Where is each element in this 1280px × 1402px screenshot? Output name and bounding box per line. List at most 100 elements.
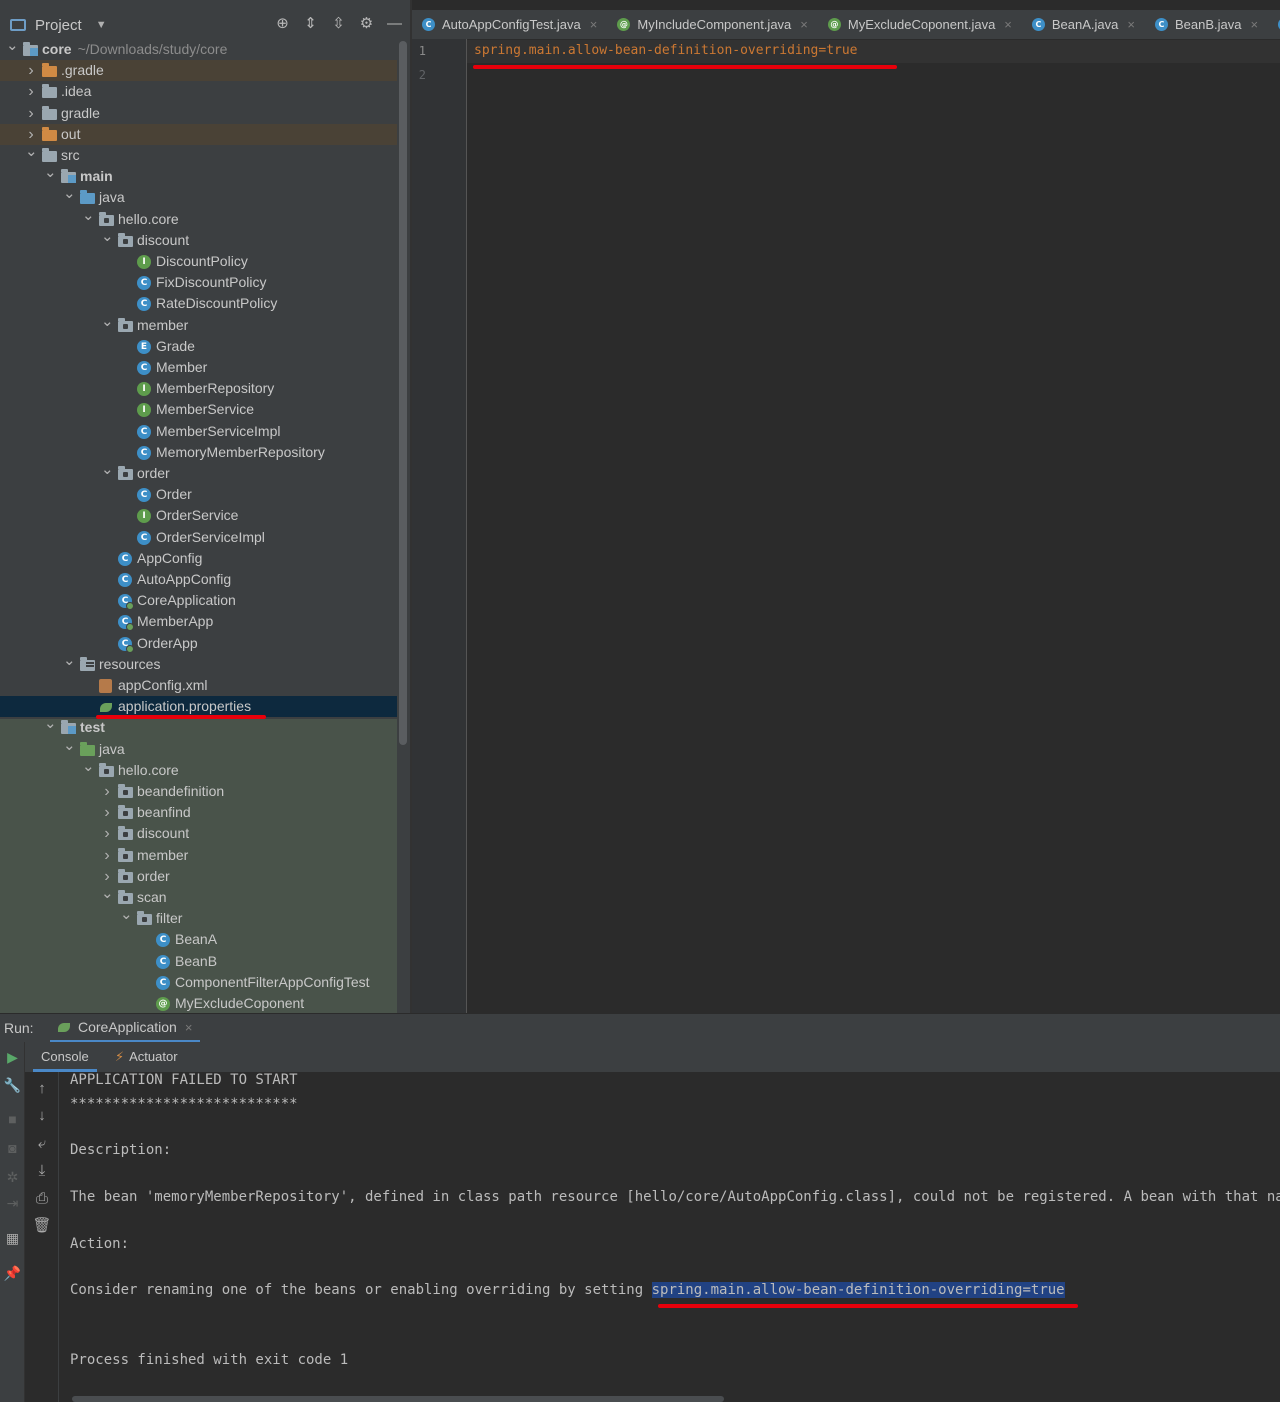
selected-text[interactable]: spring.main.allow-bean-definition-overri… — [651, 1282, 1065, 1298]
tree-item-resources[interactable]: ⌄ resources — [0, 652, 397, 675]
hide-panel-icon[interactable]: — — [385, 14, 404, 33]
gear-icon[interactable]: ⚙ — [357, 14, 376, 33]
tree-item-ratediscountpolicy[interactable]: C RateDiscountPolicy — [0, 293, 397, 314]
code-editor[interactable]: spring.main.allow-bean-definition-overri… — [467, 39, 1280, 1013]
scroll-to-end-icon[interactable]: ⤓ — [25, 1160, 59, 1182]
chevron-down-icon[interactable]: ⌄ — [44, 162, 57, 183]
project-view-selector[interactable]: Project — [35, 17, 82, 34]
tree-item-java[interactable]: ⌄ java — [0, 737, 397, 760]
editor-tab[interactable]: @ MyIncludeComponent.java × — [607, 10, 818, 39]
tree-item-componentfilterappconfigtest[interactable]: C ComponentFilterAppConfigTest — [0, 972, 397, 993]
tree-item-out[interactable]: › out — [0, 123, 397, 145]
tree-item-hello-core[interactable]: ⌄ hello.core — [0, 207, 397, 230]
chevron-right-icon[interactable]: › — [25, 81, 37, 102]
tree-item-discount[interactable]: › discount — [0, 823, 397, 844]
tree-item-order[interactable]: C Order — [0, 484, 397, 505]
console-output[interactable]: APPLICATION FAILED TO START ************… — [59, 1072, 1280, 1402]
wrench-icon[interactable]: 🔧 — [0, 1074, 25, 1096]
tree-item-memberrepository[interactable]: I MemberRepository — [0, 378, 397, 399]
tree-item-discountpolicy[interactable]: I DiscountPolicy — [0, 251, 397, 272]
tree-item-orderservice[interactable]: I OrderService — [0, 505, 397, 526]
settings-icon[interactable]: ✲ — [0, 1166, 25, 1188]
tree-item-beanb[interactable]: C BeanB — [0, 951, 397, 972]
stop-icon[interactable]: ■ — [0, 1108, 25, 1130]
tab-console[interactable]: Console — [33, 1042, 97, 1072]
tree-item-fixdiscountpolicy[interactable]: C FixDiscountPolicy — [0, 272, 397, 293]
tree-item-appconfig[interactable]: C AppConfig — [0, 548, 397, 569]
editor-tab[interactable]: @ MyExcludeCoponent.java × — [818, 10, 1022, 39]
tree-item-src[interactable]: ⌄ src — [0, 143, 397, 166]
tree-item-gradle[interactable]: › .gradle — [0, 60, 397, 82]
chevron-down-icon[interactable]: ⌄ — [101, 311, 114, 332]
close-icon[interactable]: × — [1004, 10, 1012, 39]
editor-tab[interactable]: C BeanB.java × — [1145, 10, 1268, 39]
chevron-down-icon[interactable]: ⌄ — [63, 650, 76, 671]
tree-item-beana[interactable]: C BeanA — [0, 929, 397, 950]
tree-item-memberserviceimpl[interactable]: C MemberServiceImpl — [0, 421, 397, 442]
chevron-down-icon[interactable]: ⌄ — [63, 183, 76, 204]
layout-icon[interactable]: ▦ — [0, 1227, 25, 1249]
editor-tab[interactable]: C BeanA.java × — [1022, 10, 1145, 39]
chevron-down-icon[interactable]: ⌄ — [101, 883, 114, 904]
close-icon[interactable]: × — [1127, 10, 1135, 39]
close-icon[interactable]: × — [800, 10, 808, 39]
tree-item-java[interactable]: ⌄ java — [0, 185, 397, 208]
chevron-down-icon[interactable]: ⌄ — [101, 226, 114, 247]
tree-item-hello-core[interactable]: ⌄ hello.core — [0, 758, 397, 781]
tree-item-core[interactable]: ⌄ core ~/Downloads/study/core — [0, 37, 397, 60]
expand-all-icon[interactable]: ⇕ — [301, 14, 320, 33]
tree-item-appconfig-xml[interactable]: appConfig.xml — [0, 675, 397, 696]
chevron-down-icon[interactable]: ⌄ — [120, 904, 133, 925]
chevron-right-icon[interactable]: › — [25, 103, 37, 124]
chevron-down-icon[interactable]: ⌄ — [82, 756, 95, 777]
tree-item-order[interactable]: ⌄ order — [0, 461, 397, 484]
soft-wrap-icon[interactable]: ⤶ — [25, 1133, 59, 1155]
chevron-down-icon[interactable]: ▼ — [96, 19, 107, 31]
close-icon[interactable]: × — [590, 10, 598, 39]
close-icon[interactable]: × — [1250, 10, 1258, 39]
trash-icon[interactable]: 🗑 — [25, 1215, 59, 1237]
rerun-icon[interactable]: ▶ — [0, 1046, 25, 1068]
tree-item-gradle[interactable]: › gradle — [0, 103, 397, 124]
tree-item-member[interactable]: C Member — [0, 357, 397, 378]
chevron-right-icon[interactable]: › — [101, 823, 113, 844]
chevron-down-icon[interactable]: ⌄ — [63, 735, 76, 756]
tree-item-memberapp[interactable]: C MemberApp — [0, 611, 397, 632]
run-config-tab[interactable]: CoreApplication × — [50, 1014, 201, 1043]
tree-item-scan[interactable]: ⌄ scan — [0, 885, 397, 908]
chevron-down-icon[interactable]: ⌄ — [82, 205, 95, 226]
tree-item-grade[interactable]: E Grade — [0, 336, 397, 357]
chevron-down-icon[interactable]: ⌄ — [101, 459, 114, 480]
chevron-right-icon[interactable]: › — [101, 781, 113, 802]
chevron-right-icon[interactable]: › — [25, 60, 37, 81]
tree-item-myexcludecoponent[interactable]: @ MyExcludeCoponent — [0, 993, 397, 1013]
chevron-down-icon[interactable]: ⌄ — [44, 713, 57, 734]
tree-item-beanfind[interactable]: › beanfind — [0, 802, 397, 823]
tree-item-idea[interactable]: › .idea — [0, 81, 397, 102]
tree-item-memorymemberrepository[interactable]: C MemoryMemberRepository — [0, 442, 397, 463]
close-icon[interactable]: × — [185, 1020, 193, 1035]
tree-item-main[interactable]: ⌄ main — [0, 164, 397, 187]
project-tree-scrollbar[interactable] — [399, 41, 407, 745]
chevron-down-icon[interactable]: ⌄ — [25, 141, 38, 162]
tree-item-member[interactable]: ⌄ member — [0, 313, 397, 336]
console-horizontal-scrollbar[interactable] — [72, 1396, 724, 1402]
tab-actuator[interactable]: ⚡ Actuator — [107, 1042, 186, 1072]
pin-icon[interactable]: 📌 — [0, 1262, 25, 1284]
locate-file-icon[interactable]: ⊕ — [273, 14, 292, 33]
chevron-right-icon[interactable]: › — [101, 845, 113, 866]
tree-item-beandefinition[interactable]: › beandefinition — [0, 781, 397, 802]
arrow-up-icon[interactable]: ↑ — [25, 1078, 59, 1100]
chevron-right-icon[interactable]: › — [101, 802, 113, 823]
chevron-down-icon[interactable]: ⌄ — [6, 35, 19, 56]
collapse-all-icon[interactable]: ⇳ — [329, 14, 348, 33]
tree-item-orderapp[interactable]: C OrderApp — [0, 633, 397, 654]
editor-tab[interactable]: CCom — [1268, 10, 1280, 39]
arrow-down-icon[interactable]: ↓ — [25, 1105, 59, 1127]
tree-item-order[interactable]: › order — [0, 866, 397, 887]
property-line[interactable]: spring.main.allow-bean-definition-overri… — [474, 43, 858, 58]
tree-item-member[interactable]: › member — [0, 845, 397, 866]
editor-tab[interactable]: C AutoAppConfigTest.java × — [412, 10, 607, 39]
tree-item-filter[interactable]: ⌄ filter — [0, 906, 397, 929]
tree-item-autoappconfig[interactable]: C AutoAppConfig — [0, 569, 397, 590]
